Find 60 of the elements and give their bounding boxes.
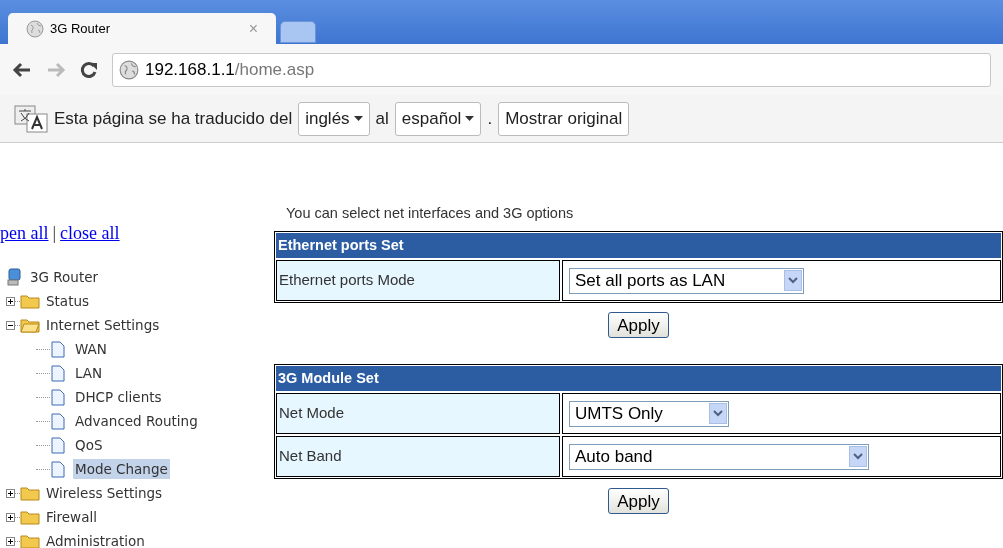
globe-icon — [119, 59, 139, 80]
page-icon — [51, 436, 65, 454]
folder-icon — [20, 293, 40, 309]
page-icon — [51, 412, 65, 430]
section-header: 3G Module Set — [276, 366, 1001, 391]
apply-button[interactable]: Apply — [608, 488, 669, 514]
expand-icon[interactable] — [6, 488, 15, 498]
tree-node[interactable]: Advanced Routing — [73, 410, 200, 432]
apply-button[interactable]: Apply — [608, 312, 669, 338]
page-icon — [51, 460, 65, 478]
show-original-button[interactable]: Mostrar original — [498, 101, 630, 136]
address-bar[interactable]: 192.168.1.1/home.asp — [112, 52, 991, 87]
collapse-icon[interactable] — [6, 320, 15, 330]
page-icon — [51, 340, 65, 358]
url-text: 192.168.1.1/home.asp — [145, 58, 315, 81]
tab-title: 3G Router — [50, 19, 111, 38]
folder-icon — [20, 485, 40, 501]
tree-node[interactable]: Wireless Settings — [46, 482, 163, 504]
page-icon — [51, 364, 65, 382]
expand-icon[interactable] — [6, 512, 15, 522]
source-language-dropdown[interactable]: inglés — [298, 101, 370, 136]
link-separator: | — [52, 221, 57, 245]
field-label: Ethernet ports Mode — [276, 260, 560, 301]
select-dropdown[interactable]: Set all ports as LAN — [569, 267, 804, 294]
section-header: Ethernet ports Set — [276, 233, 1001, 258]
select-dropdown[interactable]: Auto band — [569, 443, 869, 470]
field-label: Net Band — [276, 436, 560, 477]
separator-text: . — [487, 107, 493, 130]
caret-icon — [465, 116, 475, 121]
caret-icon — [353, 116, 363, 121]
target-language-dropdown[interactable]: español — [394, 101, 482, 136]
tree-node[interactable]: WAN — [73, 338, 109, 360]
reload-icon[interactable] — [80, 60, 98, 79]
tree-node[interactable]: Mode Change — [73, 458, 170, 480]
tree-node[interactable]: Firewall — [46, 506, 97, 528]
intro-text: You can select net interfaces and 3G options — [285, 204, 575, 223]
tree-node[interactable]: DHCP clients — [73, 386, 164, 408]
folder-icon — [20, 509, 40, 525]
folder-icon — [20, 317, 40, 333]
folder-icon — [20, 533, 40, 548]
computer-icon — [6, 268, 22, 286]
tree-link[interactable]: pen all — [0, 219, 49, 247]
page-icon — [51, 388, 65, 406]
browser-tab[interactable]: 3G Router × — [8, 13, 276, 44]
select-dropdown[interactable]: UMTS Only — [569, 400, 729, 427]
globe-icon — [26, 19, 44, 38]
field-label: Net Mode — [276, 393, 560, 434]
translate-icon — [14, 104, 48, 133]
tree-node[interactable]: Status — [46, 290, 90, 312]
connector-text: al — [375, 107, 389, 130]
tree-node[interactable]: Administration — [46, 530, 145, 548]
tree-node[interactable]: Internet Settings — [46, 314, 160, 336]
expand-icon[interactable] — [6, 536, 15, 546]
back-icon[interactable] — [12, 61, 32, 78]
tree-node[interactable]: QoS — [73, 434, 105, 456]
expand-icon[interactable] — [6, 296, 15, 306]
tree-node[interactable]: LAN — [73, 362, 105, 384]
tree-link[interactable]: close all — [60, 219, 120, 247]
translation-message: Esta página se ha traducido del — [54, 107, 293, 130]
tree-node[interactable]: 3G Router — [30, 266, 99, 288]
